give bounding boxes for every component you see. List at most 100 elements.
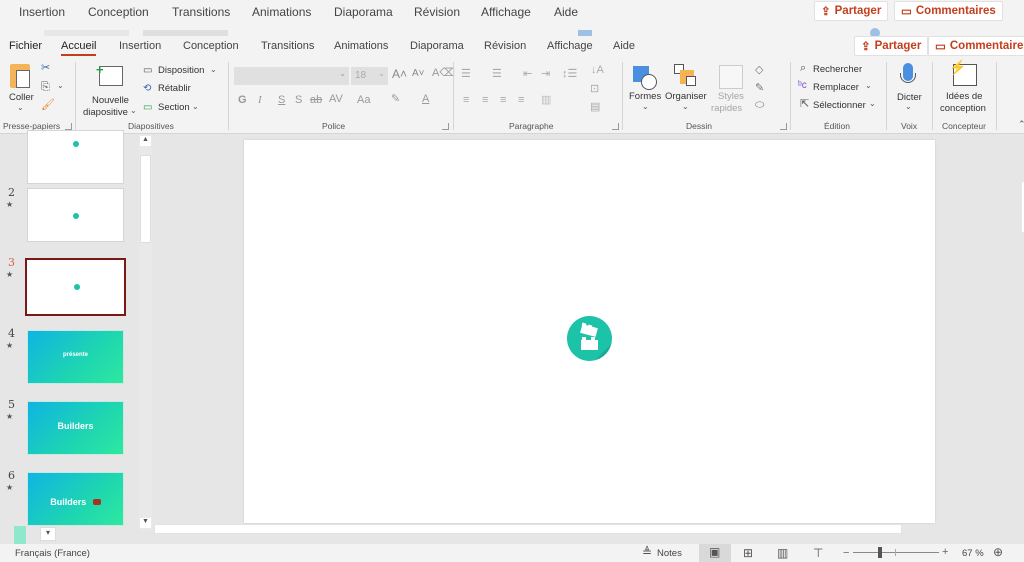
comments-button[interactable]: ▭ Commentaires [928, 36, 1024, 56]
font-name-dropdown[interactable]: ⌄ [234, 67, 349, 85]
chevron-down-icon[interactable]: ⌄ [192, 103, 199, 111]
slide-sorter-icon[interactable]: ⊞ [743, 546, 753, 560]
scroll-thumb[interactable] [140, 155, 151, 243]
increase-indent-icon[interactable]: ⇥ [541, 69, 550, 80]
shrink-font-icon[interactable]: A˅ [412, 69, 425, 79]
new-slide-label[interactable]: Nouvelle [92, 95, 129, 106]
justify-icon[interactable]: ≡ [518, 95, 524, 106]
select-button[interactable]: Sélectionner [813, 100, 866, 111]
zoom-out-button[interactable]: − [843, 547, 849, 559]
tab-insert[interactable]: Insertion [119, 40, 161, 52]
quick-styles-label-2[interactable]: rapides [711, 103, 742, 114]
tab-slideshow[interactable]: Diaporama [410, 40, 464, 52]
font-color-icon[interactable]: A [422, 94, 429, 105]
slide-thumbnail[interactable]: Builders [27, 472, 124, 526]
dialog-launcher-icon[interactable] [65, 123, 72, 130]
slide-thumbnail[interactable] [27, 130, 124, 184]
normal-view-button[interactable]: ▣ [699, 544, 731, 562]
collapse-ribbon-icon[interactable]: ⌃ [1018, 120, 1024, 129]
shapes-button[interactable]: Formes [629, 91, 661, 102]
quick-styles-label[interactable]: Styles [718, 91, 744, 102]
line-spacing-icon[interactable]: ↕☰ [562, 69, 577, 80]
clear-formatting-icon[interactable]: A⌫ [432, 68, 455, 79]
align-right-icon[interactable]: ≡ [500, 95, 506, 106]
format-painter-icon[interactable]: 🖌 [41, 100, 55, 111]
new-slide-icon[interactable]: + [96, 62, 123, 86]
zoom-in-button[interactable]: + [942, 546, 948, 558]
character-spacing-button[interactable]: AV [329, 94, 343, 105]
zoom-slider[interactable] [853, 547, 939, 558]
copy-icon[interactable]: ⎘ [41, 82, 50, 93]
align-center-icon[interactable]: ≡ [482, 95, 488, 106]
design-ideas-label-2[interactable]: conception [940, 103, 986, 114]
tab-design[interactable]: Conception [183, 40, 239, 52]
tab-help[interactable]: Aide [613, 40, 635, 52]
change-case-button[interactable]: Aa [357, 95, 370, 106]
notes-icon[interactable]: ≜ [642, 545, 652, 559]
paste-icon[interactable] [10, 64, 30, 88]
tab-review[interactable]: Révision [484, 40, 526, 52]
tab-animations[interactable]: Animations [334, 40, 388, 52]
select-cursor-icon[interactable]: ⇱ [800, 99, 809, 110]
tab-home[interactable]: Accueil [61, 40, 97, 56]
reset-icon[interactable]: ⟲ [143, 84, 151, 94]
reset-button[interactable]: Rétablir [158, 83, 191, 94]
slide-thumbnail[interactable]: Builders [27, 401, 124, 455]
dialog-launcher-icon[interactable] [780, 123, 787, 130]
slide-thumbnail[interactable] [27, 188, 124, 242]
replace-icon[interactable]: ᵇc [798, 81, 807, 91]
shape-effects-icon[interactable]: ⬭ [755, 100, 764, 111]
arrange-icon[interactable] [674, 64, 700, 90]
chevron-down-icon[interactable]: ⌄ [869, 100, 876, 108]
replace-button[interactable]: Remplacer [813, 82, 859, 93]
decrease-indent-icon[interactable]: ⇤ [523, 69, 532, 80]
chevron-down-icon[interactable]: ⌄ [642, 103, 649, 111]
arrange-button[interactable]: Organiser [665, 91, 707, 102]
chevron-down-icon[interactable]: ⌄ [210, 66, 217, 74]
share-button[interactable]: ⇪ Partager [854, 36, 929, 56]
design-ideas-icon[interactable]: ⚡ [949, 59, 977, 86]
zoom-slider-thumb[interactable] [878, 547, 883, 558]
section-button[interactable]: Section [158, 102, 190, 113]
slide-thumbnail-selected[interactable] [25, 258, 126, 316]
quick-styles-icon[interactable] [719, 65, 743, 89]
shadow-button[interactable]: S [295, 95, 302, 106]
bullets-icon[interactable]: ☰ [461, 69, 471, 80]
scroll-down-icon[interactable]: ▼ [140, 518, 151, 528]
columns-icon[interactable]: ▥ [541, 95, 551, 106]
grow-font-icon[interactable]: A˄ [392, 68, 407, 80]
section-icon[interactable]: ▭ [143, 103, 152, 113]
numbering-icon[interactable]: ☰ [492, 69, 502, 80]
shape-outline-icon[interactable]: ✎ [755, 83, 764, 94]
shapes-icon[interactable] [633, 66, 661, 92]
shape-fill-icon[interactable]: ◇ [755, 65, 763, 76]
find-button[interactable]: Rechercher [813, 64, 862, 75]
dialog-launcher-icon[interactable] [612, 123, 619, 130]
horizontal-scrollbar[interactable] [154, 524, 902, 534]
bold-button[interactable]: G [238, 95, 247, 106]
chevron-down-icon[interactable]: ⌄ [905, 103, 912, 111]
dialog-launcher-icon[interactable] [442, 123, 449, 130]
cut-icon[interactable]: ✂ [41, 63, 50, 74]
align-text-icon[interactable]: ⊡ [590, 84, 599, 95]
highlight-icon[interactable]: ✎ [391, 94, 400, 105]
strikethrough-button[interactable]: ab [310, 95, 322, 106]
notes-button[interactable]: Notes [657, 548, 682, 559]
slideshow-icon[interactable]: ⊤ [813, 546, 823, 560]
panel-dropdown-button[interactable]: ▾ [40, 527, 56, 541]
chevron-down-icon[interactable]: ⌄ [682, 103, 689, 111]
chevron-down-icon[interactable]: ⌄ [130, 107, 137, 115]
tab-transitions[interactable]: Transitions [261, 40, 314, 52]
design-ideas-label[interactable]: Idées de [946, 91, 982, 102]
slide-thumbnail[interactable]: présente [27, 330, 124, 384]
tab-view[interactable]: Affichage [547, 40, 593, 52]
text-direction-icon[interactable]: ↓A [591, 65, 604, 76]
chevron-down-icon[interactable]: ⌄ [865, 82, 872, 90]
font-size-dropdown[interactable]: 18 ⌄ [351, 67, 388, 85]
thumbnail-scrollbar[interactable]: ▲ ▼ [139, 134, 152, 530]
search-icon[interactable]: ⌕ [800, 63, 806, 74]
scroll-up-icon[interactable]: ▲ [140, 136, 151, 146]
chevron-down-icon[interactable]: ⌄ [17, 104, 24, 112]
zoom-level[interactable]: 67 % [962, 548, 984, 559]
fit-to-window-icon[interactable]: ⊕ [993, 545, 1003, 559]
